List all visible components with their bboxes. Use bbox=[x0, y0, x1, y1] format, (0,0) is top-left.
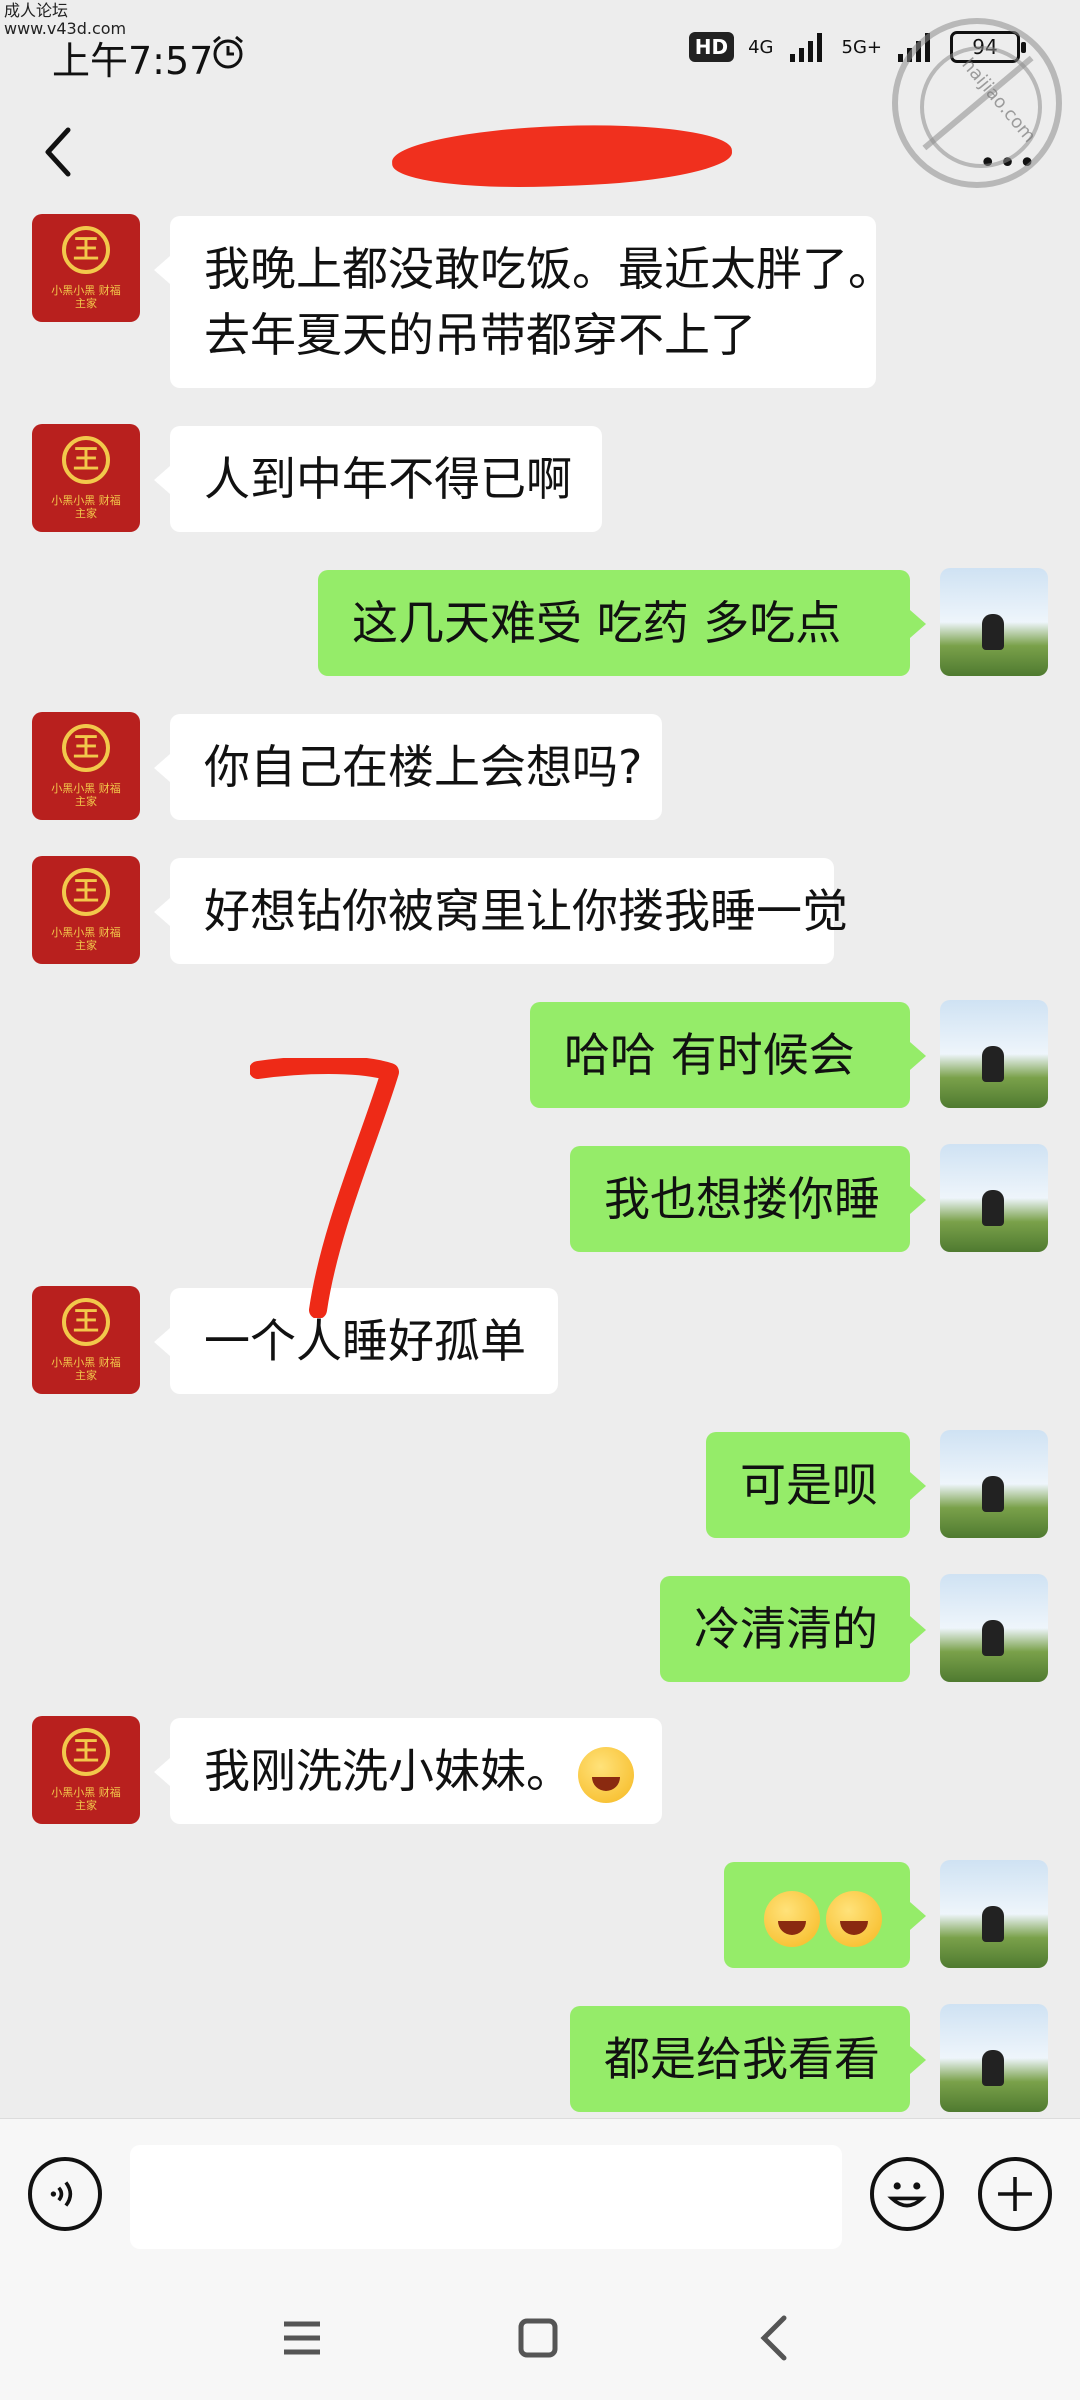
avatar-crest: 王 bbox=[62, 868, 110, 916]
avatar-motto: 小黑小黑 财福主家 bbox=[51, 1786, 121, 1812]
site-watermark: 成人论坛 www.v43d.com bbox=[4, 2, 126, 38]
avatar-figure bbox=[982, 1906, 1004, 1942]
avatar-figure bbox=[982, 1620, 1004, 1656]
received-message-bubble[interactable]: 一个人睡好孤单 bbox=[154, 1288, 558, 1394]
network-4g-label: 4G bbox=[748, 36, 774, 58]
back-triangle-icon[interactable] bbox=[744, 2308, 804, 2368]
alarm-clock-icon bbox=[213, 35, 243, 69]
avatar-crest: 王 bbox=[62, 226, 110, 274]
sent-message-bubble[interactable]: 这几天难受 吃药 多吃点 bbox=[318, 570, 926, 676]
message-text: 好想钻你被窝里让你搂我睡一觉 bbox=[204, 884, 848, 938]
avatar-motto: 小黑小黑 财福主家 bbox=[51, 494, 121, 520]
message-text: 哈哈 有时候会 bbox=[564, 1028, 855, 1082]
laughing-crying-emoji-icon bbox=[826, 1890, 882, 1947]
contact-avatar[interactable]: 王小黑小黑 财福主家 bbox=[32, 856, 140, 964]
message-input[interactable] bbox=[130, 2145, 842, 2249]
my-avatar[interactable] bbox=[940, 568, 1048, 676]
avatar-crest: 王 bbox=[62, 1298, 110, 1346]
title-redaction bbox=[391, 120, 733, 192]
message-text: 冷清清的 bbox=[694, 1602, 878, 1656]
hand-over-mouth-emoji-icon bbox=[578, 1746, 634, 1803]
my-avatar[interactable] bbox=[940, 1860, 1048, 1968]
received-message-bubble[interactable]: 好想钻你被窝里让你搂我睡一觉 bbox=[154, 858, 848, 964]
status-time: 上午7:57 bbox=[52, 39, 214, 83]
message-text: 你自己在楼上会想吗? bbox=[204, 740, 643, 794]
watermark-line-2: www.v43d.com bbox=[4, 19, 127, 38]
message-text: 人到中年不得已啊 bbox=[204, 452, 572, 506]
avatar-crest: 王 bbox=[62, 724, 110, 772]
avatar-figure bbox=[982, 1190, 1004, 1226]
message-text: 都是给我看看 bbox=[604, 2032, 880, 2086]
received-message-bubble[interactable]: 你自己在楼上会想吗? bbox=[154, 714, 662, 820]
my-avatar[interactable] bbox=[940, 1430, 1048, 1538]
contact-avatar[interactable]: 王小黑小黑 财福主家 bbox=[32, 712, 140, 820]
input-bar bbox=[0, 2118, 1080, 2278]
sent-message-bubble[interactable]: 可是呗 bbox=[706, 1432, 926, 1538]
message-text: 我刚洗洗小妹妹。 bbox=[204, 1744, 572, 1798]
contact-avatar[interactable]: 王小黑小黑 财福主家 bbox=[32, 1716, 140, 1824]
avatar-figure bbox=[982, 1476, 1004, 1512]
message-text: 我晚上都没敢吃饭。最近太胖了。 bbox=[204, 242, 894, 296]
watermark-line-1: 成人论坛 bbox=[4, 1, 69, 20]
avatar-motto: 小黑小黑 财福主家 bbox=[51, 1356, 121, 1382]
sent-message-bubble[interactable] bbox=[724, 1862, 926, 1968]
sent-message-bubble[interactable]: 都是给我看看 bbox=[570, 2006, 926, 2112]
battery-indicator: 94 bbox=[950, 31, 1026, 63]
signal-icon-2 bbox=[898, 33, 930, 62]
home-square-icon[interactable] bbox=[508, 2308, 568, 2368]
avatar-figure bbox=[982, 2050, 1004, 2086]
voice-input-icon[interactable] bbox=[28, 2157, 102, 2231]
message-text: 可是呗 bbox=[740, 1458, 878, 1512]
message-text: 这几天难受 吃药 多吃点 bbox=[352, 596, 842, 650]
my-avatar[interactable] bbox=[940, 2004, 1048, 2112]
avatar-crest: 王 bbox=[62, 436, 110, 484]
contact-avatar[interactable]: 王小黑小黑 财福主家 bbox=[32, 424, 140, 532]
message-text: 我也想搂你睡 bbox=[604, 1172, 880, 1226]
avatar-motto: 小黑小黑 财福主家 bbox=[51, 284, 121, 310]
sent-message-bubble[interactable]: 我也想搂你睡 bbox=[570, 1146, 926, 1252]
avatar-motto: 小黑小黑 财福主家 bbox=[51, 926, 121, 952]
received-message-bubble[interactable]: 我晚上都没敢吃饭。最近太胖了。 去年夏天的吊带都穿不上了 bbox=[154, 216, 894, 388]
message-text: 去年夏天的吊带都穿不上了 bbox=[204, 308, 756, 362]
hd-badge: HD bbox=[688, 32, 735, 62]
back-arrow-icon[interactable] bbox=[38, 122, 78, 182]
menu-icon[interactable] bbox=[272, 2308, 332, 2368]
my-avatar[interactable] bbox=[940, 1144, 1048, 1252]
sent-message-bubble[interactable]: 冷清清的 bbox=[660, 1576, 926, 1682]
received-message-bubble[interactable]: 人到中年不得已啊 bbox=[154, 426, 602, 532]
avatar-crest: 王 bbox=[62, 1728, 110, 1776]
message-text: 一个人睡好孤单 bbox=[204, 1314, 526, 1368]
signal-icon bbox=[789, 33, 822, 62]
network-5g-label: 5G+ bbox=[841, 36, 882, 58]
my-avatar[interactable] bbox=[940, 1574, 1048, 1682]
plus-icon[interactable] bbox=[978, 2157, 1052, 2231]
message-list[interactable]: 王小黑小黑 财福主家 我晚上都没敢吃饭。最近太胖了。 去年夏天的吊带都穿不上了王小黑… bbox=[0, 214, 1080, 2114]
my-avatar[interactable] bbox=[940, 1000, 1048, 1108]
contact-avatar[interactable]: 王小黑小黑 财福主家 bbox=[32, 1286, 140, 1394]
contact-avatar[interactable]: 王小黑小黑 财福主家 bbox=[32, 214, 140, 322]
avatar-motto: 小黑小黑 财福主家 bbox=[51, 782, 121, 808]
sent-message-bubble[interactable]: 哈哈 有时候会 bbox=[530, 1002, 926, 1108]
laughing-crying-emoji-icon bbox=[764, 1890, 820, 1947]
status-bar: 上午7:57 HD 4G 5G+ 94 bbox=[0, 0, 1080, 104]
chat-header: ••• bbox=[0, 104, 1080, 214]
avatar-figure bbox=[982, 614, 1004, 650]
avatar-figure bbox=[982, 1046, 1004, 1082]
received-message-bubble[interactable]: 我刚洗洗小妹妹。 bbox=[154, 1718, 662, 1824]
system-navigation-bar bbox=[0, 2278, 1080, 2400]
more-options-icon[interactable]: ••• bbox=[979, 146, 1038, 181]
emoji-icon[interactable] bbox=[870, 2157, 944, 2231]
